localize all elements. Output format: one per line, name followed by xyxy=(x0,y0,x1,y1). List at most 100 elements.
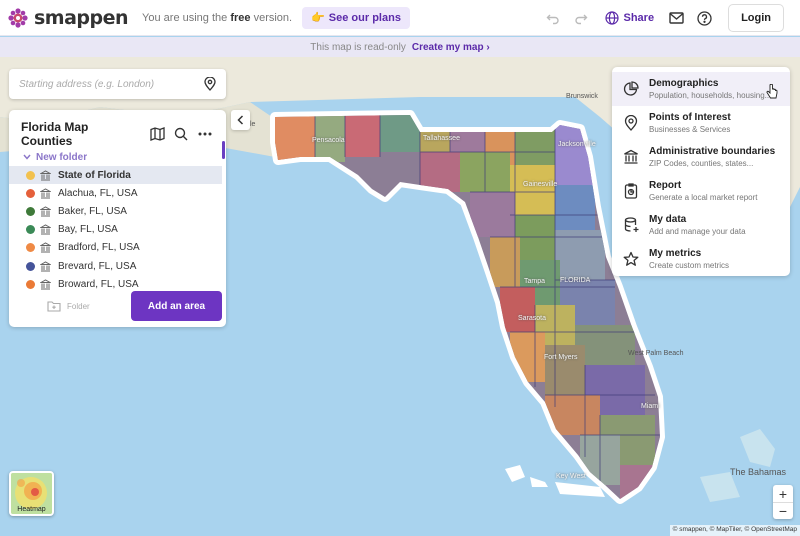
address-search-input[interactable] xyxy=(19,78,204,90)
area-color-dot[interactable] xyxy=(26,261,35,271)
logo-text: smappen xyxy=(34,6,129,29)
top-bar: smappen You are using the free version. … xyxy=(0,0,800,36)
folder-plus-icon xyxy=(47,301,61,312)
place-label: Key West xyxy=(556,473,586,480)
area-list-item[interactable]: Baker, FL, USA xyxy=(9,202,226,220)
heatmap-label: Heatmap xyxy=(17,506,46,513)
menu-item-my-data[interactable]: My data Add and manage your data xyxy=(612,208,790,242)
area-color-dot[interactable] xyxy=(26,225,35,235)
zoom-out-button[interactable]: − xyxy=(773,502,793,519)
place-label: Tampa xyxy=(524,278,546,285)
area-list-item[interactable]: Bay, FL, USA xyxy=(9,221,226,239)
undo-icon[interactable] xyxy=(543,8,563,28)
star-icon xyxy=(622,250,640,268)
smappen-logo-icon xyxy=(8,7,28,28)
chevron-right-icon: › xyxy=(486,41,490,53)
new-folder-button[interactable]: Folder xyxy=(47,300,90,312)
search-icon[interactable] xyxy=(172,125,190,143)
more-options-icon[interactable] xyxy=(196,125,214,143)
chevron-left-icon xyxy=(237,115,244,125)
database-icon xyxy=(622,216,640,234)
administrative-area-icon xyxy=(40,224,51,235)
menu-item-subtitle: Add and manage your data xyxy=(649,226,746,236)
address-search[interactable] xyxy=(9,69,226,99)
see-plans-label: See our plans xyxy=(328,11,401,24)
mail-icon[interactable] xyxy=(666,8,686,28)
administrative-area-icon xyxy=(40,242,51,253)
area-label: State of Florida xyxy=(58,169,131,181)
menu-item-subtitle: Generate a local market report xyxy=(649,192,758,202)
create-map-link[interactable]: Create my map › xyxy=(412,42,490,53)
administrative-area-icon xyxy=(40,260,51,272)
see-plans-button[interactable]: 👉 See our plans xyxy=(302,6,410,29)
read-only-text: This map is read-only xyxy=(310,41,406,53)
place-label: FLORIDA xyxy=(560,277,591,284)
map-title: Florida Map Counties xyxy=(21,120,89,148)
place-label: Miami xyxy=(641,403,660,410)
share-label: Share xyxy=(623,12,655,24)
layers-menu: Demographics Population, households, hous… xyxy=(612,67,790,276)
place-label: Jacksonville xyxy=(558,141,596,148)
folder-row[interactable]: New folder xyxy=(9,148,226,166)
menu-item-subtitle: Population, households, housing... xyxy=(649,90,772,100)
panel-footer: Folder Add an area xyxy=(9,291,226,321)
area-color-dot[interactable] xyxy=(26,243,35,253)
pie-chart-icon xyxy=(622,80,640,98)
area-list-item[interactable]: State of Florida xyxy=(9,166,222,185)
login-button[interactable]: Login xyxy=(728,4,784,32)
logo[interactable]: smappen xyxy=(8,6,129,29)
administrative-area-icon xyxy=(40,206,51,217)
area-list-item[interactable]: Bradford, FL, USA xyxy=(9,239,226,257)
bank-icon xyxy=(622,148,640,166)
area-label: Bradford, FL, USA xyxy=(58,242,140,254)
place-label: Tallahassee xyxy=(423,135,460,142)
map-icon[interactable] xyxy=(148,125,166,143)
zoom-in-button[interactable]: + xyxy=(773,485,793,502)
administrative-area-icon xyxy=(40,188,51,199)
area-color-dot[interactable] xyxy=(26,206,35,216)
place-label: le xyxy=(250,121,256,128)
version-prefix: You are using the xyxy=(142,11,231,24)
add-area-button[interactable]: Add an area xyxy=(131,291,222,321)
area-list-item[interactable]: Brevard, FL, USA xyxy=(9,257,226,275)
redo-icon[interactable] xyxy=(571,8,591,28)
menu-item-subtitle: Businesses & Services xyxy=(649,124,731,134)
collapse-panel-button[interactable] xyxy=(231,110,250,130)
area-color-dot[interactable] xyxy=(26,170,35,180)
area-list-item[interactable]: Alachua, FL, USA xyxy=(9,184,226,202)
heatmap-toggle[interactable]: Heatmap xyxy=(9,471,54,516)
read-only-banner: This map is read-only Create my map › xyxy=(0,37,800,57)
menu-item-points-of-interest[interactable]: Points of Interest Businesses & Services xyxy=(612,106,790,140)
administrative-area-icon xyxy=(40,279,51,290)
panel-header: Florida Map Counties xyxy=(9,110,226,148)
menu-item-demographics[interactable]: Demographics Population, households, hous… xyxy=(612,72,790,106)
place-label: Sarasota xyxy=(518,315,547,322)
area-label: Brevard, FL, USA xyxy=(58,260,137,272)
menu-item-report[interactable]: Report Generate a local market report xyxy=(612,174,790,208)
help-icon[interactable] xyxy=(694,8,714,28)
globe-icon xyxy=(605,11,620,25)
administrative-area-icon xyxy=(40,170,51,181)
share-button[interactable]: Share xyxy=(605,11,654,25)
chevron-down-icon xyxy=(23,154,31,160)
area-color-dot[interactable] xyxy=(26,279,35,289)
place-label: Gainesville xyxy=(523,181,558,188)
menu-item-subtitle: ZIP Codes, counties, states... xyxy=(649,158,754,168)
area-label: Baker, FL, USA xyxy=(58,205,127,217)
map-pin-icon xyxy=(622,114,640,132)
menu-item-title: Administrative boundaries xyxy=(649,145,776,157)
menu-item-subtitle: Create custom metrics xyxy=(649,260,730,270)
location-pin-icon[interactable] xyxy=(204,77,216,91)
menu-item-title: My metrics xyxy=(649,247,702,259)
area-color-dot[interactable] xyxy=(26,188,35,198)
menu-item-my-metrics[interactable]: My metrics Create custom metrics xyxy=(612,242,790,276)
menu-item-title: Report xyxy=(649,179,682,191)
create-map-label: Create my map xyxy=(411,41,484,53)
version-suffix: version. xyxy=(250,11,293,24)
map-attribution[interactable]: © smappen, © MapTiler, © OpenStreetMap xyxy=(669,525,800,536)
place-label: West Palm Beach xyxy=(628,350,684,357)
scrollbar[interactable] xyxy=(222,141,225,159)
pointing-hand-icon: 👉 xyxy=(311,12,325,24)
new-folder-label: Folder xyxy=(67,301,90,311)
menu-item-administrative-boundaries[interactable]: Administrative boundaries ZIP Codes, coun… xyxy=(612,140,790,174)
